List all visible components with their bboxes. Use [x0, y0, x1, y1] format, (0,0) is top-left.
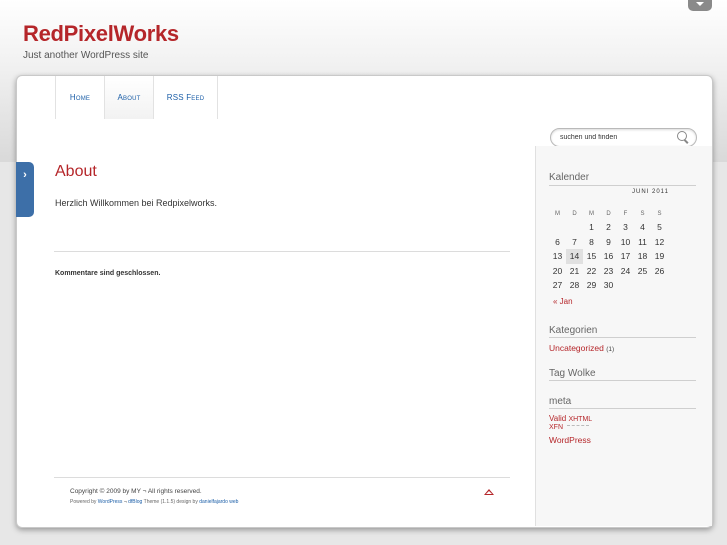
calendar-day: 3	[623, 222, 628, 233]
calendar-day: 7	[572, 236, 577, 247]
categories-widget-title: Kategorien	[549, 325, 598, 336]
search-icon[interactable]	[677, 131, 687, 141]
calendar-widget-title: Kalender	[549, 172, 590, 183]
calendar-day	[634, 278, 651, 293]
xfn-link[interactable]: XFN	[549, 424, 563, 431]
page-title: About	[55, 163, 97, 180]
valid-link[interactable]: Valid	[549, 414, 566, 423]
page-container: Home About RSS Feed	[16, 75, 713, 528]
calendar-day-header: S	[640, 210, 645, 217]
calendar-day-header: S	[657, 210, 662, 217]
calendar-caption: JUNI 2011	[632, 189, 669, 195]
calendar-day	[651, 278, 668, 293]
calendar-day: 23	[603, 265, 614, 276]
calendar-day-header: F	[623, 210, 628, 217]
footer-powered-by: Powered by WordPress ¬ dfBlog Theme (1.1…	[70, 499, 238, 505]
widget-divider	[549, 185, 696, 186]
calendar-day: 2	[606, 222, 611, 233]
calendar-day: 15	[586, 251, 597, 262]
widget-divider	[549, 408, 696, 409]
tag-cloud-widget-title: Tag Wolke	[549, 368, 596, 379]
widget-divider	[549, 337, 696, 338]
calendar-day: 20	[552, 265, 563, 276]
calendar-day: 6	[555, 236, 560, 247]
nav-item-about[interactable]: About	[104, 76, 153, 119]
calendar-day: 25	[637, 265, 648, 276]
calendar-day-header: M	[555, 210, 560, 217]
sidebar	[535, 146, 712, 526]
calendar-day: 12	[654, 236, 665, 247]
calendar-day: 29	[586, 280, 597, 291]
back-to-top-icon[interactable]	[484, 489, 494, 495]
calendar-day: 21	[569, 265, 580, 276]
widget-divider	[549, 380, 696, 381]
calendar-day: 9	[606, 236, 611, 247]
theme-suffix: Theme (1.1.5) design by	[143, 499, 198, 505]
calendar-day-header: D	[606, 210, 611, 217]
calendar-day	[617, 278, 634, 293]
calendar-day: 27	[552, 280, 563, 291]
calendar-day: 8	[589, 236, 594, 247]
calendar-prev-link[interactable]: « Jan	[553, 297, 573, 306]
meta-xfn: XFN	[549, 424, 589, 431]
calendar-day: 19	[654, 251, 665, 262]
dotted-underline	[567, 425, 589, 426]
search-input[interactable]	[560, 131, 670, 143]
calendar-day: 5	[657, 222, 662, 233]
calendar-day: 22	[586, 265, 597, 276]
site-title[interactable]: RedPixelWorks	[23, 21, 179, 47]
calendar-day: 30	[603, 280, 614, 291]
calendar-day-today: 14	[566, 249, 583, 264]
main-nav: Home About RSS Feed	[55, 76, 218, 119]
toggle-panel-button[interactable]	[688, 0, 712, 11]
calendar-day: 24	[620, 265, 631, 276]
calendar-day: 13	[552, 251, 563, 262]
calendar-table: M D M D F S S 1 2 3 4 5 6 7 8 9 10 11 12…	[549, 207, 668, 293]
powered-prefix: Powered by	[70, 499, 97, 505]
chevron-right-icon: ›	[23, 169, 27, 181]
footer-copyright: Copyright © 2009 by MY ¬ All rights rese…	[70, 488, 202, 495]
calendar-day: 17	[620, 251, 631, 262]
meta-valid-xhtml: Valid XHTML	[549, 414, 592, 423]
site-tagline: Just another WordPress site	[23, 50, 149, 61]
calendar-day	[549, 220, 566, 235]
content-divider	[54, 251, 510, 252]
meta-wordpress-link[interactable]: WordPress	[549, 435, 591, 445]
comments-closed-notice: Kommentare sind geschlossen.	[55, 270, 161, 277]
xhtml-link[interactable]: XHTML	[568, 416, 592, 423]
footer-divider	[54, 477, 510, 478]
meta-widget-title: meta	[549, 396, 572, 407]
page-content: Herzlich Willkommen bei Redpixelworks.	[55, 198, 218, 208]
calendar-day: 11	[638, 236, 647, 247]
calendar-day: 1	[589, 222, 594, 233]
calendar-day: 26	[654, 265, 665, 276]
category-link-uncategorized[interactable]: Uncategorized	[549, 343, 604, 353]
calendar-day: 18	[637, 251, 648, 262]
nav-item-rss-feed[interactable]: RSS Feed	[153, 76, 218, 119]
calendar-day-header: M	[589, 210, 594, 217]
wordpress-link[interactable]: WordPress	[98, 499, 123, 505]
calendar-day-header: D	[572, 210, 577, 217]
designer-link[interactable]: danielfajardo web	[199, 499, 238, 505]
side-panel-tab[interactable]: ›	[16, 162, 34, 217]
calendar-day: 28	[569, 280, 580, 291]
calendar-day	[566, 220, 583, 235]
theme-link[interactable]: dfBlog	[128, 499, 142, 505]
category-count: (1)	[606, 346, 615, 353]
calendar-day: 4	[640, 222, 645, 233]
nav-item-home[interactable]: Home	[55, 76, 104, 119]
calendar-day: 16	[603, 251, 614, 262]
chevron-down-icon	[696, 2, 704, 6]
calendar-day: 10	[620, 236, 631, 247]
category-item: Uncategorized (1)	[549, 343, 614, 353]
search-box	[550, 128, 697, 147]
separator: ¬	[123, 499, 127, 505]
